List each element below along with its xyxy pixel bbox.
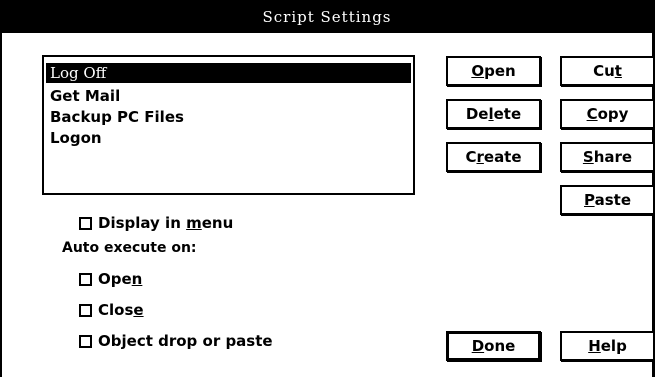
list-item-backup-pc-files[interactable]: Backup PC Files	[46, 107, 184, 127]
open-button-label: Open	[471, 62, 516, 80]
cut-button[interactable]: Cut	[560, 56, 655, 86]
dialog-title-bar[interactable]: Script Settings	[2, 0, 652, 33]
copy-button[interactable]: Copy	[560, 99, 655, 129]
object-drop-checkbox[interactable]	[79, 334, 92, 348]
cut-button-label: Cut	[593, 62, 622, 80]
create-button[interactable]: Create	[446, 142, 541, 172]
share-button[interactable]: Share	[560, 142, 655, 172]
list-item-label: Log Off	[50, 64, 107, 82]
open-option[interactable]: Open	[79, 269, 142, 289]
open-button[interactable]: Open	[446, 56, 541, 86]
done-button[interactable]: Done	[446, 331, 541, 361]
paste-button-label: Paste	[584, 191, 631, 209]
list-item-log-off[interactable]: Log Off	[46, 63, 411, 83]
close-option[interactable]: Close	[79, 300, 144, 320]
list-item-label: Get Mail	[50, 87, 121, 105]
display-in-menu-label: Display in menu	[98, 214, 234, 232]
display-in-menu-option[interactable]: Display in menu	[79, 213, 233, 233]
close-checkbox[interactable]	[79, 303, 92, 317]
close-option-label: Close	[98, 301, 144, 319]
create-button-label: Create	[465, 148, 522, 166]
open-checkbox[interactable]	[79, 272, 92, 286]
object-drop-label: Object drop or paste	[98, 332, 273, 350]
list-item-label: Backup PC Files	[50, 108, 184, 126]
object-drop-option[interactable]: Object drop or paste	[79, 331, 273, 351]
help-button-label: Help	[588, 337, 627, 355]
copy-button-label: Copy	[586, 105, 629, 123]
paste-button[interactable]: Paste	[560, 185, 655, 215]
display-in-menu-checkbox[interactable]	[79, 216, 92, 230]
list-item-get-mail[interactable]: Get Mail	[46, 86, 120, 106]
dialog-title: Script Settings	[262, 7, 392, 26]
share-button-label: Share	[582, 148, 633, 166]
delete-button[interactable]: Delete	[446, 99, 541, 129]
scripts-listbox[interactable]: Log Off Get Mail Backup PC Files Logon	[42, 55, 415, 195]
list-item-logon[interactable]: Logon	[46, 128, 102, 148]
help-button[interactable]: Help	[560, 331, 655, 361]
script-settings-dialog: Script Settings Log Off Get Mail Backup …	[0, 0, 655, 377]
done-button-label: Done	[471, 337, 516, 355]
list-item-label: Logon	[50, 129, 102, 147]
delete-button-label: Delete	[465, 105, 522, 123]
auto-execute-label: Auto execute on:	[62, 240, 197, 256]
open-option-label: Open	[98, 270, 143, 288]
